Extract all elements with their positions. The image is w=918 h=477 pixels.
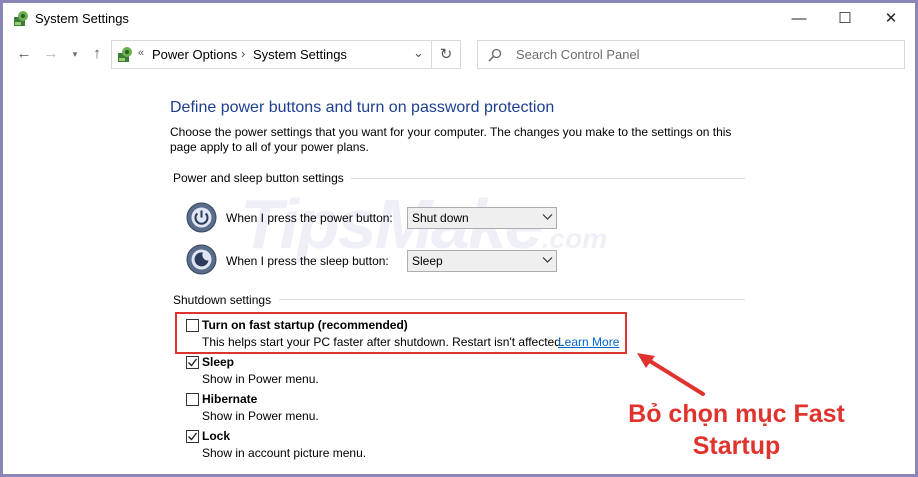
forward-button[interactable]: →: [41, 45, 61, 62]
maximize-button[interactable]: ☐: [822, 3, 868, 35]
hibernate-label: Hibernate: [202, 392, 258, 406]
title-bar: System Settings — ☐ ✕: [3, 3, 915, 35]
section-divider: [279, 299, 745, 300]
sleep-checkbox[interactable]: [186, 356, 199, 369]
back-button[interactable]: ←: [14, 45, 34, 62]
checkmark-icon: [188, 358, 198, 367]
recent-locations-button[interactable]: ▾: [65, 49, 85, 60]
power-button-action-value: Shut down: [412, 211, 469, 225]
annotation-text: Bỏ chọn mục Fast Startup: [609, 398, 864, 462]
search-box[interactable]: Search Control Panel: [477, 40, 905, 69]
refresh-button[interactable]: ↻: [432, 40, 461, 69]
section-divider: [351, 178, 745, 179]
search-icon: [488, 48, 502, 62]
sleep-button-icon: [186, 244, 217, 275]
main-content: TipsMake.com Define power buttons and tu…: [3, 75, 915, 474]
address-dropdown-icon[interactable]: ⌄: [413, 45, 424, 61]
fast-startup-label: Turn on fast startup (recommended): [202, 318, 408, 332]
lock-description: Show in account picture menu.: [202, 446, 367, 460]
minimize-button[interactable]: —: [776, 3, 822, 35]
power-button-label: When I press the power button:: [226, 211, 393, 225]
sleep-button-action-value: Sleep: [412, 254, 443, 268]
annotation-arrow-icon: [637, 353, 705, 396]
checkmark-icon: [188, 432, 198, 441]
fast-startup-description: This helps start your PC faster after sh…: [202, 335, 565, 349]
up-button[interactable]: ↑: [87, 45, 107, 62]
search-input[interactable]: Search Control Panel: [516, 47, 640, 62]
sleep-description: Show in Power menu.: [202, 372, 319, 386]
learn-more-link[interactable]: Learn More: [558, 335, 619, 349]
lock-label: Lock: [202, 429, 231, 443]
annotation-line-1: Bỏ chọn mục Fast: [628, 400, 845, 428]
breadcrumb-power-options[interactable]: Power Options: [152, 47, 237, 62]
address-bar[interactable]: « Power Options › System Settings ⌄: [111, 40, 432, 69]
window-title: System Settings: [35, 11, 129, 26]
control-panel-icon: [14, 11, 28, 26]
chevron-down-icon: [542, 257, 553, 263]
annotation-line-2: Startup: [692, 432, 781, 460]
close-button[interactable]: ✕: [868, 3, 914, 35]
breadcrumb-overflow-icon[interactable]: «: [138, 47, 144, 59]
power-button-icon: [186, 202, 217, 233]
sleep-label: Sleep: [202, 355, 235, 369]
page-description: Choose the power settings that you want …: [170, 125, 732, 154]
sleep-button-action-select[interactable]: Sleep: [407, 250, 557, 272]
hibernate-description: Show in Power menu.: [202, 409, 319, 423]
system-settings-window: System Settings — ☐ ✕ ← → ▾ ↑ « Power Op…: [3, 3, 915, 474]
breadcrumb-system-settings[interactable]: System Settings: [253, 47, 347, 62]
chevron-down-icon: [542, 214, 553, 220]
power-section-title: Power and sleep button settings: [173, 171, 344, 185]
power-button-action-select[interactable]: Shut down: [407, 207, 557, 229]
page-title: Define power buttons and turn on passwor…: [170, 99, 555, 116]
navigation-bar: ← → ▾ ↑ « Power Options › System Setting…: [3, 37, 915, 73]
sleep-button-label: When I press the sleep button:: [226, 254, 389, 268]
breadcrumb-separator-icon[interactable]: ›: [241, 46, 245, 61]
shutdown-section-title: Shutdown settings: [173, 293, 272, 307]
fast-startup-checkbox[interactable]: [186, 319, 199, 332]
control-panel-icon: [118, 47, 132, 62]
hibernate-checkbox[interactable]: [186, 393, 199, 406]
lock-checkbox[interactable]: [186, 430, 199, 443]
